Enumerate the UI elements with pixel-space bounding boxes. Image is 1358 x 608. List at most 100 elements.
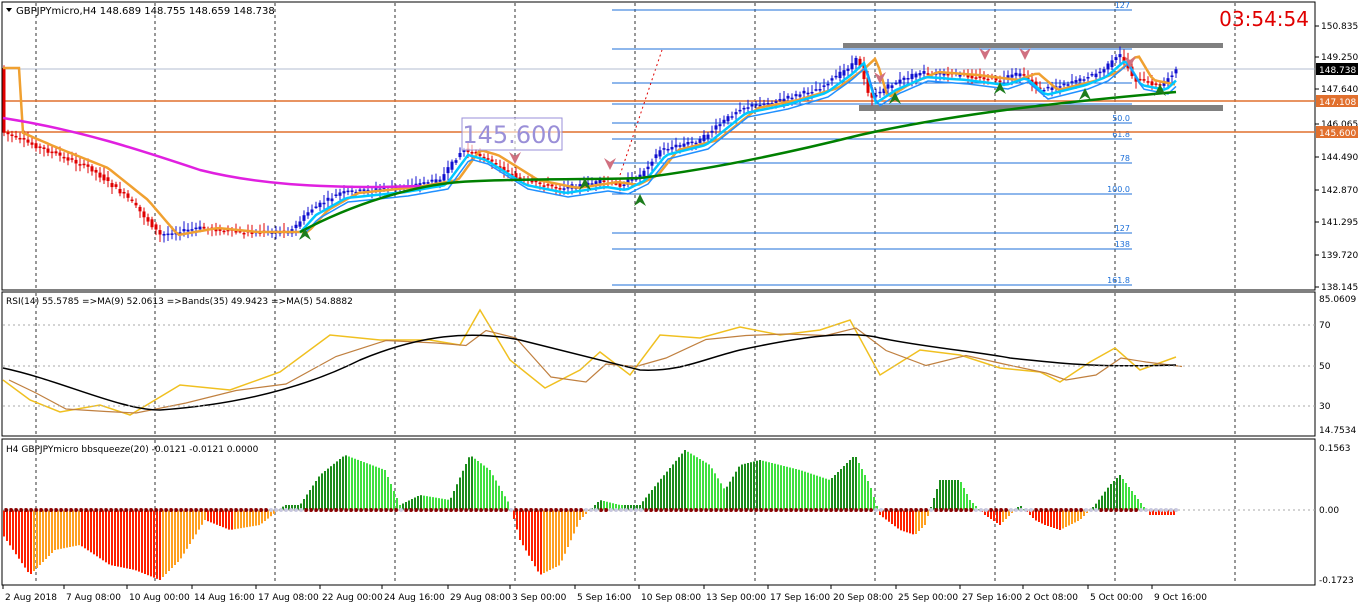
squeeze-bar xyxy=(1134,495,1136,510)
price-bar-body xyxy=(1082,79,1086,81)
price-bar-body xyxy=(338,192,342,196)
squeeze-bar xyxy=(573,510,575,534)
big-price-label: 145.600 xyxy=(462,121,561,149)
price-bar-body xyxy=(666,148,670,151)
time-label: 10 Aug 00:00 xyxy=(129,593,190,603)
squeeze-bar xyxy=(321,473,323,510)
squeeze-bar xyxy=(105,510,107,563)
price-label-object[interactable]: 145.600 xyxy=(461,117,563,151)
squeeze-bar xyxy=(147,510,149,576)
price-bar-body xyxy=(194,227,198,230)
price-bar-body xyxy=(594,181,598,185)
squeeze-bar xyxy=(471,456,473,510)
squeeze-bar xyxy=(378,467,380,510)
squeeze-bar xyxy=(66,510,68,548)
time-label: 25 Sep 00:00 xyxy=(898,593,958,603)
squeeze-bar xyxy=(963,488,965,510)
squeeze-bar xyxy=(447,499,449,510)
squeeze-bar xyxy=(663,475,665,510)
fib-label: 100.0 xyxy=(1107,185,1130,194)
price-bar-body xyxy=(746,107,750,109)
squeeze-bar xyxy=(303,499,305,510)
squeeze-bar xyxy=(360,461,362,510)
squeeze-bar xyxy=(174,510,176,565)
squeeze-bar xyxy=(189,510,191,544)
squeeze-bar xyxy=(567,510,569,547)
squeeze-bar xyxy=(750,462,752,510)
time-label: 24 Aug 16:00 xyxy=(384,593,445,603)
squeeze-bar xyxy=(912,510,914,535)
price-bar-body xyxy=(1094,73,1098,78)
price-bar-body xyxy=(150,219,154,228)
price-bar-body xyxy=(1086,77,1090,79)
squeeze-bar xyxy=(840,469,842,510)
squeeze-bar xyxy=(702,460,704,510)
price-bar-body xyxy=(734,112,738,115)
squeeze-bar xyxy=(192,510,194,540)
time-label: 9 Oct 16:00 xyxy=(1154,593,1207,603)
squeeze-bar xyxy=(255,510,257,526)
price-bar-body xyxy=(706,134,710,139)
squeeze-bar xyxy=(915,510,917,534)
squeeze-bar xyxy=(921,510,923,528)
squeeze-bar xyxy=(48,510,50,556)
squeeze-bar xyxy=(1119,475,1121,510)
price-bar-body xyxy=(50,151,54,154)
price-bar-body xyxy=(1150,81,1154,86)
squeeze-bar xyxy=(18,510,20,559)
squeeze-bar xyxy=(162,510,164,577)
price-bar-body xyxy=(730,116,734,118)
price-bar-body xyxy=(334,194,338,197)
squeeze-bar xyxy=(207,510,209,522)
price-bar-body xyxy=(546,184,550,186)
squeeze-bar xyxy=(252,510,254,527)
squeeze-bar xyxy=(198,510,200,530)
squeeze-bar xyxy=(729,481,731,510)
price-bar-body xyxy=(374,188,378,190)
squeeze-bar xyxy=(516,510,518,530)
price-bar-body xyxy=(674,144,678,148)
squeeze-bar xyxy=(768,462,770,510)
squeeze-bar xyxy=(795,469,797,510)
price-bar-body xyxy=(362,189,366,191)
price-bar-body xyxy=(198,226,202,230)
squeeze-bar xyxy=(345,455,347,510)
price-bar-body xyxy=(30,142,34,145)
squeeze-bar xyxy=(129,510,131,569)
squeeze-bar xyxy=(867,481,869,510)
squeeze-bar xyxy=(555,510,557,567)
squeeze-bar xyxy=(333,463,335,510)
squeeze-bar xyxy=(459,477,461,510)
squeeze-bar xyxy=(348,456,350,510)
squeeze-bar xyxy=(765,461,767,510)
squeeze-bar xyxy=(1065,510,1067,527)
price-bar-body xyxy=(158,230,162,235)
squeeze-bar xyxy=(60,510,62,549)
fib-label: 78 xyxy=(1120,154,1130,163)
price-bar-body xyxy=(726,116,730,122)
price-bar-body xyxy=(1114,57,1118,61)
price-bar-body xyxy=(310,209,314,213)
squeeze-bar xyxy=(231,510,233,530)
price-bar-body xyxy=(34,143,38,149)
price-bar-body xyxy=(654,154,658,159)
squeeze-bar xyxy=(951,480,953,510)
price-label: 150.835 xyxy=(1321,22,1358,32)
squeeze-bar xyxy=(672,464,674,510)
price-bar-body xyxy=(802,90,806,94)
price-bar-body xyxy=(650,161,654,166)
squeeze-bar xyxy=(543,510,545,573)
squeeze-bar xyxy=(432,497,434,510)
price-axis[interactable]: 150.835149.250147.640146.065144.490142.8… xyxy=(1315,22,1358,293)
squeeze-bar xyxy=(318,476,320,510)
price-bar-body xyxy=(670,147,674,150)
price-bar-body xyxy=(886,84,890,89)
squeeze-bar xyxy=(942,480,944,510)
price-bar-body xyxy=(662,148,666,150)
trading-chart[interactable]: 12750.061.878100.0127138161.8 145.600 GB… xyxy=(0,0,1358,608)
squeeze-bar xyxy=(108,510,110,565)
squeeze-bar xyxy=(900,510,902,531)
price-bar-body xyxy=(562,188,566,190)
squeeze-bar xyxy=(159,510,161,580)
time-label: 5 Sep 16:00 xyxy=(577,593,632,603)
